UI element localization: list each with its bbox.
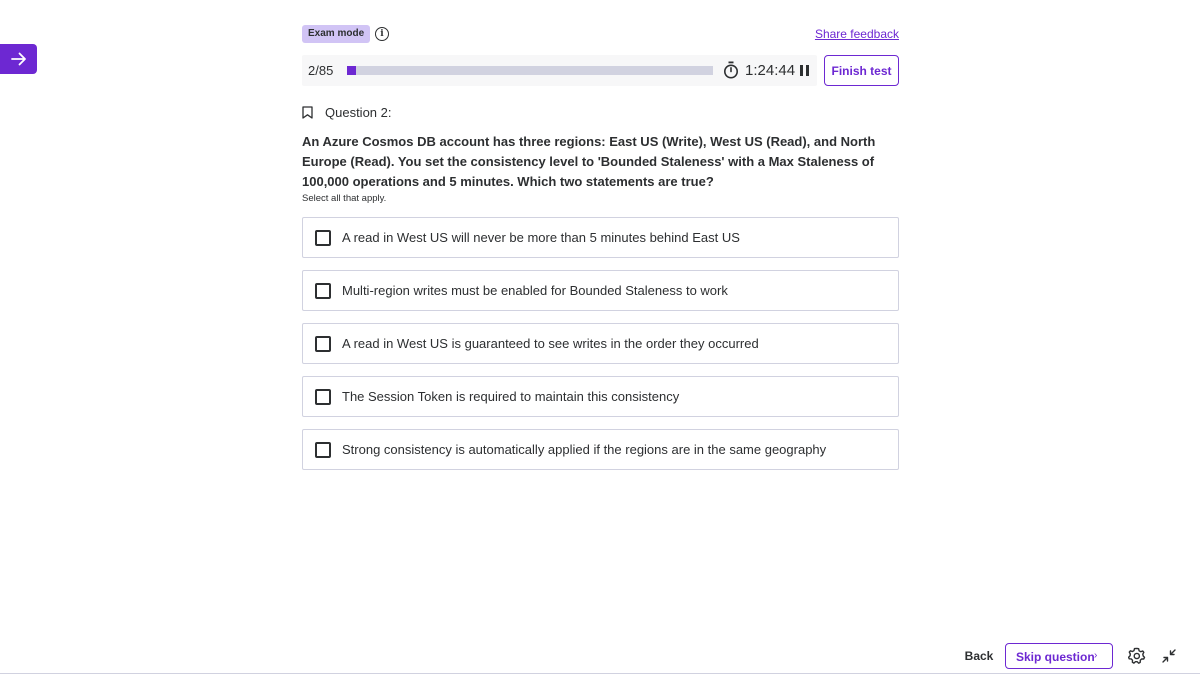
answer-checkbox[interactable]	[315, 442, 331, 458]
answer-checkbox[interactable]	[315, 283, 331, 299]
back-button[interactable]: Back	[958, 645, 1000, 667]
bookmark-icon[interactable]	[302, 106, 313, 119]
progress-bar-row: 2/85 1:24:44	[302, 55, 817, 86]
pause-icon[interactable]	[799, 65, 810, 76]
exam-mode-badge: Exam mode	[302, 25, 371, 43]
progress-fill	[347, 66, 356, 75]
question-hint: Select all that apply.	[302, 193, 387, 204]
finish-test-button[interactable]: Finish test	[824, 55, 899, 86]
answer-option[interactable]: A read in West US will never be more tha…	[302, 217, 899, 258]
info-icon[interactable]: i	[375, 27, 389, 41]
answer-option-label: A read in West US will never be more tha…	[342, 230, 740, 245]
answer-option[interactable]: Strong consistency is automatically appl…	[302, 429, 899, 470]
question-number: Question 2:	[325, 105, 392, 120]
timer-text: 1:24:44	[745, 62, 796, 79]
answer-option-label: The Session Token is required to maintai…	[342, 389, 680, 404]
answer-option-label: A read in West US is guaranteed to see w…	[342, 336, 759, 351]
skip-question-button[interactable]: Skip question ›	[1005, 643, 1113, 669]
answer-option-label: Multi-region writes must be enabled for …	[342, 283, 728, 298]
progress-count: 2/85	[308, 63, 334, 78]
arrow-right-icon	[10, 52, 26, 66]
answer-option[interactable]: Multi-region writes must be enabled for …	[302, 270, 899, 311]
answer-option-label: Strong consistency is automatically appl…	[342, 442, 827, 457]
answer-checkbox[interactable]	[315, 389, 331, 405]
progress-track	[347, 66, 713, 75]
collapse-icon[interactable]	[1162, 649, 1176, 663]
answer-checkbox[interactable]	[315, 336, 331, 352]
stopwatch-icon	[724, 61, 738, 79]
answer-option[interactable]: A read in West US is guaranteed to see w…	[302, 323, 899, 364]
answer-checkbox[interactable]	[315, 230, 331, 246]
skip-question-label: Skip question	[1016, 650, 1095, 664]
chevron-right-icon: ›	[1094, 650, 1098, 661]
footer-divider	[0, 673, 1200, 674]
share-feedback-link[interactable]: Share feedback	[815, 27, 899, 41]
exam-top-row: Exam mode i Share feedback	[302, 25, 899, 43]
answer-option[interactable]: The Session Token is required to maintai…	[302, 376, 899, 417]
gear-icon[interactable]	[1128, 647, 1146, 665]
sidebar-toggle-button[interactable]	[0, 44, 37, 74]
question-text: An Azure Cosmos DB account has three reg…	[302, 134, 876, 189]
